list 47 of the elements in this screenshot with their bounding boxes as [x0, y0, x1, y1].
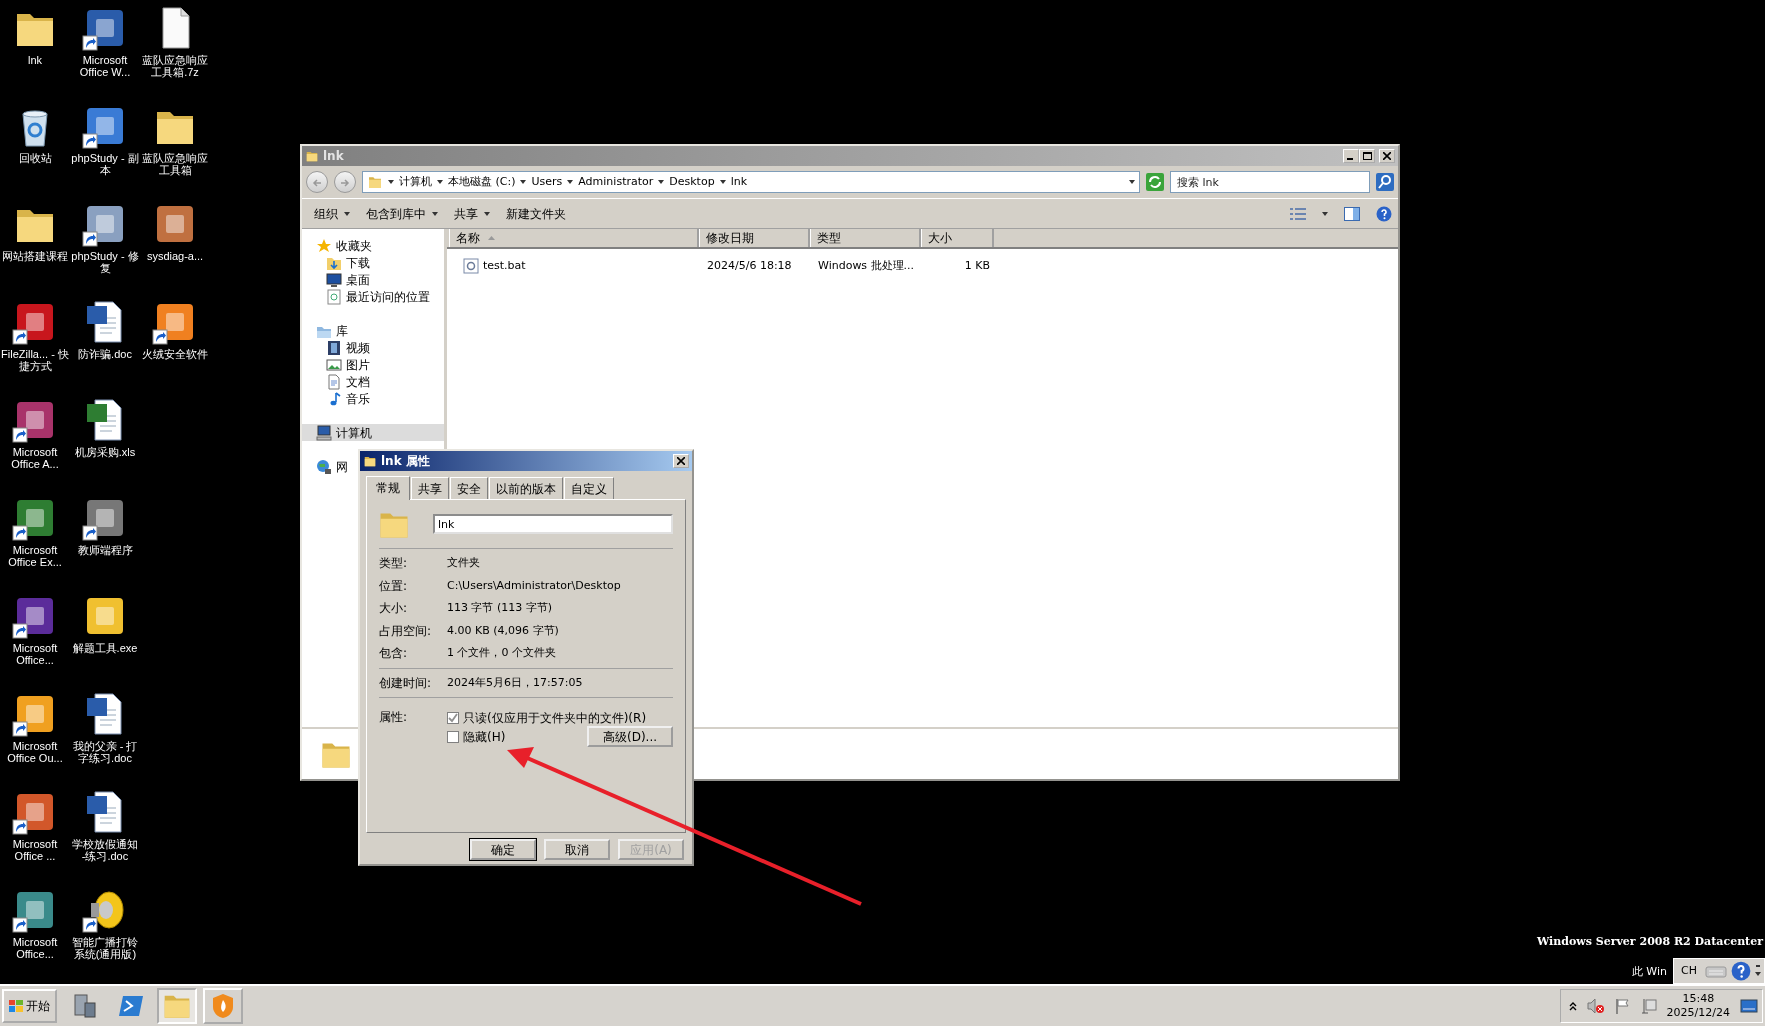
- icon-label: Microsoft Office Ou...: [6, 740, 64, 764]
- icon-label: 机房采购.xls: [73, 446, 137, 458]
- icon-label: Microsoft Office...: [11, 936, 59, 960]
- property-label: 类型:: [379, 555, 409, 573]
- property-label: 创建时间:: [379, 674, 433, 692]
- property-label: 大小:: [379, 600, 409, 618]
- os-build-text: 此 Win: [1631, 963, 1667, 980]
- icon-label: phpStudy - 修复: [71, 250, 139, 274]
- property-value: 4.00 KB (4,096 字节): [447, 622, 559, 639]
- icon-label: Microsoft Office ...: [11, 838, 59, 862]
- icon-label: sysdiag-a...: [145, 250, 205, 262]
- table-cell-text: 2024/5/6 18:18: [707, 257, 792, 274]
- checkbox-label: 隐藏(H): [463, 728, 506, 746]
- icon-label: 解题工具.exe: [71, 642, 139, 654]
- table-cell-text: 1 KB: [964, 257, 990, 274]
- icon-label: Microsoft Office...: [11, 642, 59, 666]
- icon-label: Microsoft Office W...: [78, 54, 132, 78]
- icon-label: lnk: [26, 54, 44, 66]
- property-label: 属性:: [379, 709, 409, 726]
- icon-label: FileZilla... - 快捷方式: [1, 348, 69, 372]
- property-value: 113 字节 (113 字节): [447, 600, 553, 616]
- property-value: 文件夹: [447, 555, 480, 571]
- dialog-title: lnk 属性: [381, 453, 430, 470]
- icon-label: 我的父亲 - 打字练习.doc: [71, 740, 139, 764]
- icon-label: 火绒安全软件: [141, 348, 209, 360]
- icon-label: 学校放假通知 -练习.doc: [71, 838, 139, 862]
- property-label: 占用空间:: [379, 622, 433, 640]
- property-label: 位置:: [379, 577, 409, 595]
- icon-label: 智能广播打铃系统(通用版): [71, 936, 139, 960]
- icon-label: 回收站: [17, 152, 53, 164]
- property-label: 包含:: [379, 645, 409, 663]
- icon-label: 教师端程序: [76, 544, 134, 556]
- icon-label: 网站搭建课程: [1, 250, 69, 262]
- icon-label: 蓝队应急响应工具箱: [141, 152, 209, 176]
- window-title: lnk: [323, 148, 344, 165]
- table-cell-text: Windows 批处理...: [818, 257, 915, 274]
- checkbox-label: 只读(仅应用于文件夹中的文件)(R): [463, 709, 647, 727]
- icon-label: Microsoft Office A...: [10, 446, 60, 470]
- property-value: 1 个文件，0 个文件夹: [447, 645, 556, 661]
- os-edition-text: Windows Server 2008 R2 Datacenter: [1536, 933, 1763, 950]
- icon-label: 防诈骗.doc: [77, 348, 133, 360]
- icon-label: phpStudy - 副本: [71, 152, 139, 176]
- property-value: C:\Users\Administrator\Desktop: [447, 577, 621, 594]
- property-value: 2024年5月6日，17:57:05: [447, 674, 583, 691]
- table-cell-text: test.bat: [483, 257, 526, 274]
- icon-label: Microsoft Office Ex...: [7, 544, 63, 568]
- icon-label: 蓝队应急响应工具箱.7z: [141, 54, 209, 78]
